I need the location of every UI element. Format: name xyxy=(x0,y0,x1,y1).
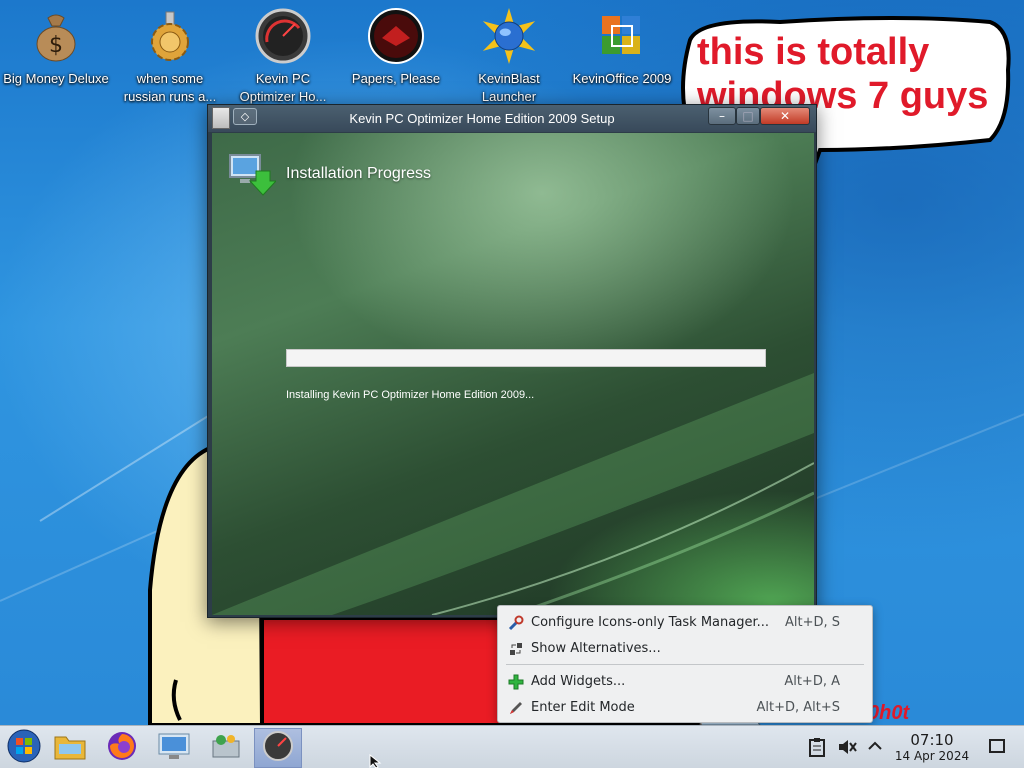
volume-muted-icon[interactable] xyxy=(837,737,857,757)
desktop-icon-label: KevinOffice 2009 xyxy=(572,71,672,86)
clock-time[interactable]: 07:10 xyxy=(895,731,969,749)
setup-window: ◇ Kevin PC Optimizer Home Edition 2009 S… xyxy=(207,104,817,618)
show-desktop-icon[interactable] xyxy=(988,737,1008,757)
taskbar-context-menu: Configure Icons-only Task Manager... Alt… xyxy=(497,605,873,723)
firefox-icon xyxy=(106,730,138,766)
pencil-icon xyxy=(508,700,524,716)
taskbar-store[interactable] xyxy=(202,728,250,768)
window-title: Kevin PC Optimizer Home Edition 2009 Set… xyxy=(349,111,615,126)
papers-please-icon xyxy=(368,8,424,64)
start-button[interactable] xyxy=(0,728,48,768)
menu-separator xyxy=(506,664,864,665)
desktop-icon-big-money[interactable]: $ Big Money Deluxe xyxy=(2,8,110,88)
window-titlebar[interactable]: ◇ Kevin PC Optimizer Home Edition 2009 S… xyxy=(208,105,816,132)
close-button[interactable]: ✕ xyxy=(760,107,810,125)
svg-text:$: $ xyxy=(49,33,63,58)
menu-item-add-widgets[interactable]: Add Widgets... Alt+D, A xyxy=(502,670,868,694)
store-icon xyxy=(209,731,243,765)
background-waves xyxy=(212,373,814,615)
start-orb-icon xyxy=(7,729,41,767)
installation-heading: Installation Progress xyxy=(286,165,431,182)
gear-icon xyxy=(142,8,198,64)
chevron-up-icon[interactable] xyxy=(866,737,886,757)
installation-progress-bar xyxy=(286,349,766,367)
desktop-icon-russian[interactable]: when some russian runs a... xyxy=(116,8,224,106)
system-settings-icon xyxy=(157,731,191,765)
menu-item-show-alternatives[interactable]: Show Alternatives... xyxy=(502,637,868,661)
globe-burst-icon xyxy=(481,8,537,64)
taskbar: 07:10 14 Apr 2024 xyxy=(0,725,1024,768)
desktop-icon-label: KevinBlast Launcher xyxy=(478,71,540,104)
menu-item-enter-edit-mode[interactable]: Enter Edit Mode Alt+D, Alt+S xyxy=(502,696,868,720)
desktop-icon-papers-please[interactable]: Papers, Please xyxy=(342,8,450,88)
wrench-icon xyxy=(508,615,524,631)
minimize-button[interactable]: – xyxy=(708,107,736,125)
installation-status: Installing Kevin PC Optimizer Home Editi… xyxy=(286,389,535,401)
taskbar-file-manager[interactable] xyxy=(46,728,94,768)
mouse-cursor-icon xyxy=(369,754,382,768)
taskbar-system-settings[interactable] xyxy=(150,728,198,768)
taskbar-firefox[interactable] xyxy=(98,728,146,768)
desktop-icon-label: Papers, Please xyxy=(351,71,441,86)
alternatives-icon xyxy=(508,641,524,657)
speedometer-icon xyxy=(262,730,294,766)
desktop-icon-label: when some russian runs a... xyxy=(123,71,217,104)
desktop-icon-kevin-pc-optimizer[interactable]: Kevin PC Optimizer Ho... xyxy=(229,8,337,106)
desktop-icon-kevinblast[interactable]: KevinBlast Launcher xyxy=(455,8,563,106)
file-manager-icon xyxy=(53,731,87,765)
office-icon xyxy=(594,8,650,64)
plus-icon xyxy=(508,674,524,690)
money-bag-icon: $ xyxy=(28,8,84,64)
graffiti-text: 0h0t xyxy=(868,702,910,724)
desktop-icon-kevinoffice[interactable]: KevinOffice 2009 xyxy=(568,8,676,88)
installer-monitor-icon xyxy=(226,151,278,199)
maximize-button[interactable]: □ xyxy=(736,107,760,125)
clock-date[interactable]: 14 Apr 2024 xyxy=(887,749,977,763)
desktop-icon-label: Kevin PC Optimizer Ho... xyxy=(239,71,327,104)
setup-content: Installation Progress Installing Kevin P… xyxy=(212,133,814,615)
menu-item-configure-task-manager[interactable]: Configure Icons-only Task Manager... Alt… xyxy=(502,611,868,635)
taskbar-kevin-pc-optimizer[interactable] xyxy=(254,728,302,768)
desktop-icon-label: Big Money Deluxe xyxy=(3,71,109,86)
clipboard-icon[interactable] xyxy=(808,737,828,757)
speedometer-icon xyxy=(255,8,311,64)
